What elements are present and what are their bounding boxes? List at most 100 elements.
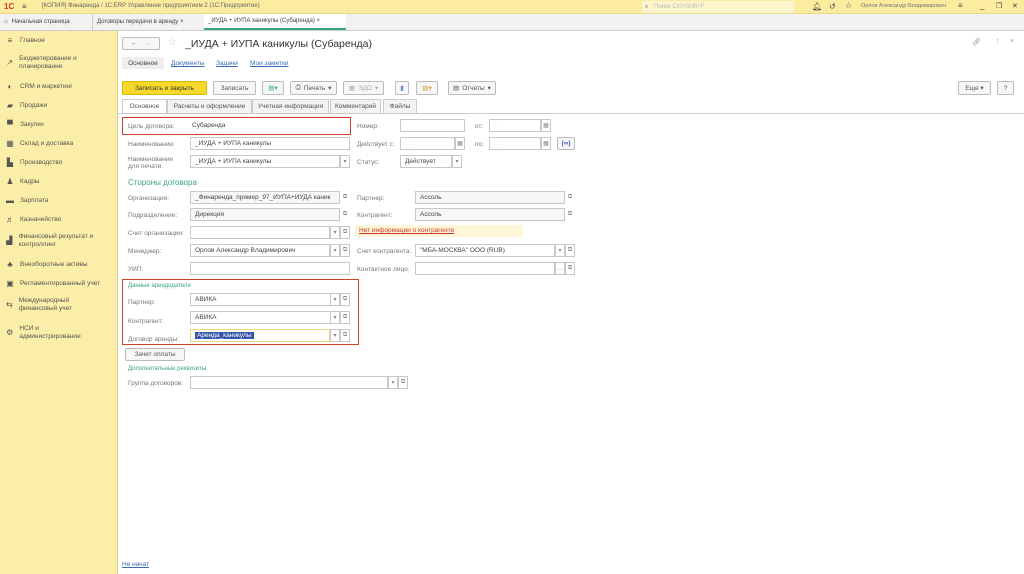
close-tab-icon[interactable]: ×: [317, 18, 321, 24]
sidebar-item-fixed-assets[interactable]: ♣ Внеоборотные активы: [6, 261, 87, 269]
offset-payment-button[interactable]: Зачет оплаты: [125, 348, 185, 361]
more-vert-icon[interactable]: ⋮: [994, 38, 1001, 46]
sidebar-item-salary[interactable]: ▬ Зарплата: [6, 197, 48, 205]
open-icon[interactable]: ⧉: [565, 191, 575, 204]
calendar-icon[interactable]: ▦: [541, 119, 551, 132]
dept-field[interactable]: Дирекция: [190, 208, 340, 221]
save-button[interactable]: Записать: [213, 81, 256, 95]
chevron-down-icon[interactable]: ▾: [330, 329, 340, 342]
cp-account-field[interactable]: "МБА-МОСКВА" ООО (RUB): [415, 244, 555, 257]
name-field[interactable]: _ИУДА + ИУПА каникулы: [190, 137, 350, 150]
save-and-close-button[interactable]: Записать и закрыть: [122, 81, 207, 95]
tab-comment[interactable]: Комментарий: [330, 99, 381, 113]
status-footer-link[interactable]: Не начат: [122, 561, 149, 568]
open-icon[interactable]: ⧉: [565, 262, 575, 275]
open-icon[interactable]: ⧉: [398, 376, 408, 389]
open-icon[interactable]: ⧉: [340, 244, 350, 257]
sidebar-item-hr[interactable]: ♟ Кадры: [6, 178, 39, 186]
forward-icon[interactable]: →: [145, 40, 152, 47]
back-icon[interactable]: ←: [131, 40, 138, 47]
reports-button[interactable]: ▤ Отчеты ▾: [448, 81, 496, 95]
tab-payments[interactable]: Расчеты и оформление: [167, 99, 252, 113]
select-icon[interactable]: …: [555, 262, 565, 275]
close-icon[interactable]: ✕: [1012, 2, 1018, 10]
lessor-partner-field[interactable]: АВИКА: [190, 293, 340, 306]
tab-current-contract[interactable]: _ИУДА + ИУПА каникулы (Субаренда) ×: [204, 14, 346, 30]
restore-icon[interactable]: ❐: [996, 2, 1002, 10]
sidebar-item-crm[interactable]: ◐ CRM и маркетинг: [6, 83, 73, 91]
calendar-icon[interactable]: ▦: [455, 137, 465, 150]
minimize-icon[interactable]: _: [980, 1, 984, 10]
lessor-cp-field[interactable]: АВИКА: [190, 311, 340, 324]
manager-field[interactable]: Орлов Александр Владимирович: [190, 244, 330, 257]
tab-home[interactable]: ⌂ Начальная страница: [0, 14, 90, 30]
sidebar-item-main[interactable]: ≡ Главное: [6, 37, 45, 45]
user-name[interactable]: Орлов Александр Владимирович: [861, 3, 946, 9]
sidebar-item-admin[interactable]: ⚙ НСИ и администрирование: [6, 325, 96, 341]
sidebar-item-warehouse[interactable]: ▦ Склад и доставка: [6, 140, 73, 148]
sidebar-item-financial-result[interactable]: ▟ Финансовый результат и контроллинг: [6, 233, 114, 249]
calendar-icon[interactable]: ▦: [541, 137, 551, 150]
counterparty-field[interactable]: Ассоль: [415, 208, 565, 221]
to-date-field[interactable]: . .: [489, 137, 541, 150]
nav-link-main[interactable]: Основное: [122, 57, 164, 69]
search-input[interactable]: ⌕ Поиск Ctrl+Shift+F: [642, 1, 794, 13]
partner-field[interactable]: Ассоль: [415, 191, 565, 204]
sidebar-item-treasury[interactable]: ♬ Казначейство: [6, 216, 61, 224]
tab-main[interactable]: Основное: [122, 99, 167, 113]
open-icon[interactable]: ⧉: [340, 293, 350, 306]
status-field[interactable]: Действует: [400, 155, 452, 168]
nav-link-notes[interactable]: Мои заметки: [250, 60, 288, 67]
contact-field[interactable]: [415, 262, 555, 275]
sidebar-item-ifrs[interactable]: ⇆ Международный финансовый учет: [6, 297, 96, 313]
chevron-down-icon[interactable]: ▾: [330, 244, 340, 257]
menu-icon[interactable]: ≡: [22, 2, 27, 11]
lease-field[interactable]: Аренда_каникулы: [190, 329, 330, 342]
settings-menu-icon[interactable]: ≡: [958, 1, 963, 10]
chevron-down-icon[interactable]: ▾: [388, 376, 398, 389]
chevron-down-icon[interactable]: ▾: [330, 293, 340, 306]
uip-field[interactable]: [190, 262, 350, 275]
more-button[interactable]: Еще ▾: [958, 81, 991, 95]
open-icon[interactable]: ⧉: [340, 191, 350, 204]
edo-button[interactable]: ▦ ЭДО ▾: [343, 81, 384, 95]
close-tab-icon[interactable]: ×: [180, 19, 184, 25]
help-button[interactable]: ?: [997, 81, 1014, 95]
sidebar-item-purchases[interactable]: ▀ Закупки: [6, 121, 44, 129]
attach-button[interactable]: ▨▾: [416, 81, 438, 95]
org-field[interactable]: _Финаренда_пример_97_ИУПА+ИУДА каник: [190, 191, 340, 204]
tab-files[interactable]: Файлы: [383, 99, 417, 113]
open-icon[interactable]: ⧉: [340, 329, 350, 342]
infinite-term-button[interactable]: (∞): [557, 137, 575, 150]
sidebar-item-sales[interactable]: ▰ Продажи: [6, 102, 47, 110]
sidebar-item-regulated[interactable]: ▣ Регламентированный учет: [6, 280, 100, 288]
print-name-field[interactable]: _ИУДА + ИУПА каникулы: [190, 155, 340, 168]
sidebar-item-production[interactable]: ▙ Производство: [6, 159, 62, 167]
chevron-down-icon[interactable]: ▾: [330, 311, 340, 324]
group-field[interactable]: [190, 376, 388, 389]
chevron-down-icon[interactable]: ▾: [330, 226, 340, 239]
from-date-field[interactable]: . .: [489, 119, 541, 132]
link-icon[interactable]: 🔗︎: [972, 38, 981, 46]
open-icon[interactable]: ⧉: [565, 244, 575, 257]
bell-icon[interactable]: 🔔︎: [812, 2, 822, 11]
tab-accounting[interactable]: Учетная информация: [252, 99, 329, 113]
create-based-on-button[interactable]: ▤▾: [262, 81, 284, 95]
open-icon[interactable]: ⧉: [565, 208, 575, 221]
sidebar-item-budgeting[interactable]: ↗ Бюджетирование и планирование: [6, 55, 111, 71]
history-icon[interactable]: ↺: [829, 2, 836, 11]
print-button[interactable]: ⎙ Печать ▾: [290, 81, 337, 95]
chevron-down-icon[interactable]: ▾: [452, 155, 462, 168]
open-icon[interactable]: ⧉: [340, 311, 350, 324]
valid-from-field[interactable]: . .: [400, 137, 455, 150]
star-icon[interactable]: ☆: [845, 1, 852, 10]
no-info-link[interactable]: Нет информации о контрагенте: [359, 227, 454, 234]
close-form-icon[interactable]: ×: [1010, 38, 1014, 45]
nav-link-tasks[interactable]: Задачи: [216, 60, 238, 67]
chevron-down-icon[interactable]: ▾: [555, 244, 565, 257]
tab-lease-contracts[interactable]: Договоры передачи в аренду ×: [92, 14, 202, 30]
open-icon[interactable]: ⧉: [340, 226, 350, 239]
open-icon[interactable]: ⧉: [340, 208, 350, 221]
document-button[interactable]: ▮: [395, 81, 409, 95]
purpose-field[interactable]: Субаренда: [188, 119, 348, 132]
